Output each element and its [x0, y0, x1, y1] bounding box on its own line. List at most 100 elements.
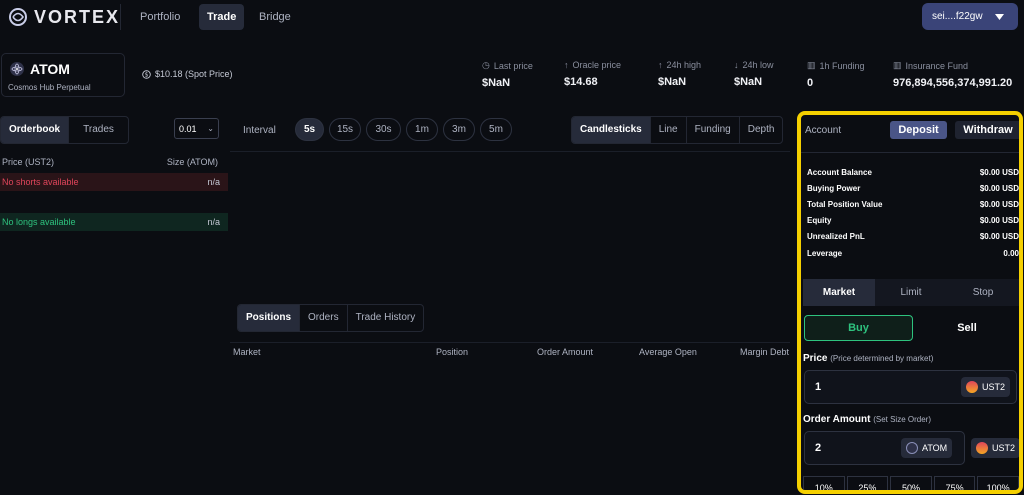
stat-last-price: ◷ Last price $NaN — [482, 60, 533, 89]
spot-price: $ $10.18 (Spot Price) — [142, 69, 233, 79]
stat-24h-low: ↓ 24h low $NaN — [734, 60, 774, 88]
interval-15s[interactable]: 15s — [329, 118, 361, 141]
longs-row: No longs available n/a — [0, 213, 228, 231]
longs-size: n/a — [207, 217, 220, 227]
amount-label-text: Order Amount — [803, 414, 871, 425]
nav-divider — [120, 4, 121, 30]
orderbook-tabs: Orderbook Trades — [0, 116, 129, 144]
leverage-row: Leverage 0.00 — [807, 249, 1019, 258]
positions-tabs: Positions Orders Trade History — [237, 304, 425, 332]
buy-button[interactable]: Buy — [804, 315, 913, 341]
stat-value: 0 — [807, 77, 814, 89]
col-size: Size (ATOM) — [166, 157, 218, 167]
tab-trade-history[interactable]: Trade History — [348, 305, 424, 331]
col-order-amount: Order Amount — [537, 347, 594, 357]
orderbook-header: Price (UST2) Size (ATOM) — [2, 157, 218, 167]
price-input[interactable]: 1 UST2 — [804, 370, 1017, 404]
account-panel: Account Deposit Withdraw Account Balance… — [797, 111, 1023, 494]
shorts-empty-text: No shorts available — [2, 177, 79, 187]
row-label: Equity — [807, 216, 832, 225]
tick-size-select[interactable]: 0.01 ⌄ — [174, 118, 219, 139]
stat-value: 976,894,556,374,991.20 — [893, 77, 1013, 89]
tab-candlesticks[interactable]: Candlesticks — [572, 117, 651, 143]
atom-token-icon — [906, 442, 918, 454]
order-amount-input[interactable]: 2 ATOM — [804, 431, 965, 465]
row-value: $0.00 USD — [979, 200, 1019, 209]
vortex-logo-icon — [9, 8, 27, 26]
row-value: 0.00 — [1003, 249, 1019, 258]
amount-alt-unit-chip[interactable]: UST2 — [971, 438, 1019, 458]
col-position: Position — [436, 347, 469, 357]
sell-button[interactable]: Sell — [915, 315, 1019, 341]
stat-24h-high: ↑ 24h high $NaN — [658, 60, 701, 88]
tab-limit[interactable]: Limit — [875, 279, 947, 306]
market-selector[interactable]: ATOM Cosmos Hub Perpetual — [1, 53, 125, 97]
price-unit-chip: UST2 — [961, 377, 1011, 397]
brand-logo[interactable]: VORTEX — [8, 6, 120, 28]
bar-chart-icon: ▥ — [893, 60, 902, 70]
chevron-down-icon: ⌄ — [207, 124, 214, 133]
percent-buttons: 10% 25% 50% 75% 100% — [803, 476, 1019, 490]
stat-insurance-fund: ▥ Insurance Fund 976,894,556,374,991.20 — [893, 60, 1012, 89]
account-balance-row: Account Balance $0.00 USD — [807, 168, 1019, 177]
tab-depth[interactable]: Depth — [740, 117, 783, 143]
percent-50-button[interactable]: 50% — [890, 476, 932, 490]
chart-view-tabs: Candlesticks Line Funding Depth — [571, 116, 784, 144]
interval-1m[interactable]: 1m — [406, 118, 438, 141]
tab-market[interactable]: Market — [803, 279, 875, 306]
tab-positions[interactable]: Positions — [238, 305, 301, 331]
atom-token-icon — [10, 62, 24, 76]
stat-1h-funding: ▥ 1h Funding 0 — [807, 60, 865, 89]
deposit-button[interactable]: Deposit — [890, 121, 947, 139]
percent-10-button[interactable]: 10% — [803, 476, 845, 490]
spot-price-text: $10.18 (Spot Price) — [155, 69, 233, 79]
price-value: 1 — [815, 381, 822, 393]
interval-5m[interactable]: 5m — [480, 118, 512, 141]
interval-30s[interactable]: 30s — [366, 118, 401, 141]
tab-trades[interactable]: Trades — [69, 117, 128, 143]
clock-icon: ◷ — [482, 60, 490, 70]
col-price: Price (UST2) — [2, 157, 55, 167]
percent-75-button[interactable]: 75% — [933, 476, 976, 490]
total-position-value-row: Total Position Value $0.00 USD — [807, 200, 1019, 209]
amount-alt-unit: UST2 — [992, 443, 1016, 453]
stat-label: 24h high — [666, 60, 702, 70]
amount-unit: ATOM — [922, 443, 948, 453]
price-unit: UST2 — [982, 382, 1006, 392]
shorts-size: n/a — [207, 177, 220, 187]
account-divider — [801, 152, 1019, 153]
withdraw-button[interactable]: Withdraw — [955, 121, 1019, 139]
tab-orderbook[interactable]: Orderbook — [1, 117, 70, 143]
tab-line[interactable]: Line — [651, 117, 687, 143]
unrealized-pnl-row: Unrealized PnL $0.00 USD — [807, 232, 1019, 241]
price-label: Price (Price determined by market) — [803, 353, 933, 364]
tab-funding[interactable]: Funding — [687, 117, 740, 143]
stat-value: $NaN — [734, 76, 763, 88]
row-label: Leverage — [807, 249, 843, 258]
interval-label: Interval — [243, 125, 276, 136]
chart-area[interactable] — [230, 152, 790, 302]
nav-portfolio[interactable]: Portfolio — [132, 4, 188, 30]
market-title: ATOM — [10, 61, 70, 77]
buying-power-row: Buying Power $0.00 USD — [807, 184, 1019, 193]
tab-orders[interactable]: Orders — [300, 305, 348, 331]
nav-bridge[interactable]: Bridge — [251, 4, 299, 30]
amount-unit-chip[interactable]: ATOM — [901, 438, 953, 458]
amount-label: Order Amount (Set Size Order) — [803, 414, 931, 425]
row-label: Unrealized PnL — [807, 232, 865, 241]
nav-trade[interactable]: Trade — [199, 4, 245, 30]
bar-chart-icon: ▥ — [807, 60, 816, 70]
tab-stop[interactable]: Stop — [947, 279, 1019, 306]
interval-3m[interactable]: 3m — [443, 118, 475, 141]
interval-5s[interactable]: 5s — [295, 118, 324, 141]
percent-25-button[interactable]: 25% — [846, 476, 889, 490]
top-nav: VORTEX Portfolio Trade Bridge sei....f22… — [0, 0, 1024, 34]
stat-value: $NaN — [658, 76, 687, 88]
amount-value: 2 — [815, 442, 822, 454]
percent-100-button[interactable]: 100% — [977, 476, 1019, 490]
stat-value: $NaN — [482, 77, 511, 89]
wallet-button[interactable]: sei....f22gw — [922, 3, 1018, 30]
chevron-down-icon — [994, 13, 1004, 20]
arrow-up-icon: ↑ — [658, 60, 663, 70]
row-label: Total Position Value — [807, 200, 883, 209]
